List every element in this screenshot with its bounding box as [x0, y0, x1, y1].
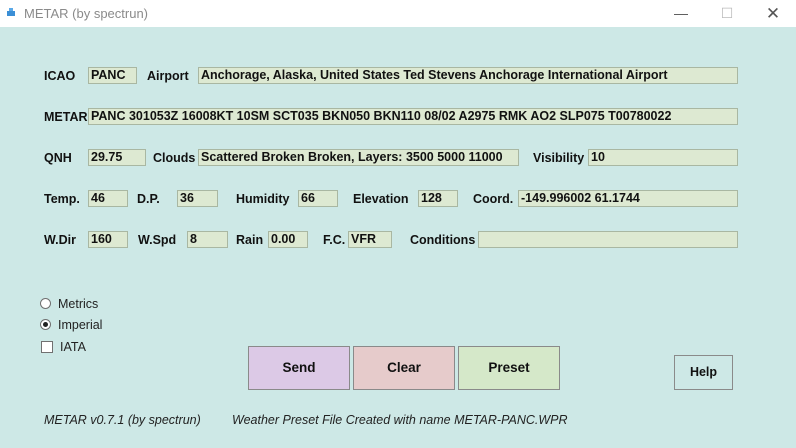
title-bar: METAR (by spectrun) — ☐ ✕: [0, 0, 796, 27]
iata-label: IATA: [60, 340, 86, 354]
preset-button[interactable]: Preset: [458, 346, 560, 390]
humidity-label: Humidity: [236, 192, 290, 206]
imperial-radio[interactable]: [40, 319, 51, 330]
metar-label: METAR: [44, 110, 88, 124]
clouds-field[interactable]: Scattered Broken Broken, Layers: 3500 50…: [198, 149, 519, 166]
conditions-label: Conditions: [410, 233, 476, 247]
conditions-field[interactable]: [478, 231, 738, 248]
clouds-label: Clouds: [153, 151, 196, 165]
rain-field[interactable]: 0.00: [268, 231, 308, 248]
metrics-radio[interactable]: [40, 298, 51, 309]
minimize-button[interactable]: —: [658, 0, 704, 27]
window-title: METAR (by spectrun): [24, 6, 149, 21]
wind-direction-field[interactable]: 160: [88, 231, 128, 248]
wind-direction-label: W.Dir: [44, 233, 76, 247]
icao-field[interactable]: PANC: [88, 67, 137, 84]
send-button[interactable]: Send: [248, 346, 350, 390]
flight-category-label: F.C.: [323, 233, 346, 247]
coord-field[interactable]: -149.996002 61.1744: [518, 190, 738, 207]
maximize-button[interactable]: ☐: [704, 0, 750, 27]
temp-label: Temp.: [44, 192, 80, 206]
coord-label: Coord.: [473, 192, 514, 206]
elevation-label: Elevation: [353, 192, 409, 206]
temp-field[interactable]: 46: [88, 190, 128, 207]
dew-point-label: D.P.: [137, 192, 160, 206]
status-message: Weather Preset File Created with name ME…: [232, 413, 568, 427]
rain-label: Rain: [236, 233, 264, 247]
airport-label: Airport: [147, 69, 189, 83]
imperial-label: Imperial: [58, 318, 103, 332]
visibility-label: Visibility: [533, 151, 585, 165]
qnh-field[interactable]: 29.75: [88, 149, 146, 166]
help-button[interactable]: Help: [674, 355, 733, 390]
iata-checkbox[interactable]: [41, 341, 53, 353]
close-button[interactable]: ✕: [750, 0, 796, 27]
icao-label: ICAO: [44, 69, 76, 83]
app-icon: [7, 8, 15, 16]
dew-point-field[interactable]: 36: [177, 190, 218, 207]
metar-field[interactable]: PANC 301053Z 16008KT 10SM SCT035 BKN050 …: [88, 108, 738, 125]
visibility-field[interactable]: 10: [588, 149, 738, 166]
humidity-field[interactable]: 66: [298, 190, 338, 207]
wind-speed-label: W.Spd: [138, 233, 177, 247]
metrics-label: Metrics: [58, 297, 99, 311]
flight-category-field[interactable]: VFR: [348, 231, 392, 248]
airport-field[interactable]: Anchorage, Alaska, United States Ted Ste…: [198, 67, 738, 84]
qnh-label: QNH: [44, 151, 72, 165]
elevation-field[interactable]: 128: [418, 190, 458, 207]
version-text: METAR v0.7.1 (by spectrun): [44, 413, 201, 427]
clear-button[interactable]: Clear: [353, 346, 455, 390]
wind-speed-field[interactable]: 8: [187, 231, 228, 248]
